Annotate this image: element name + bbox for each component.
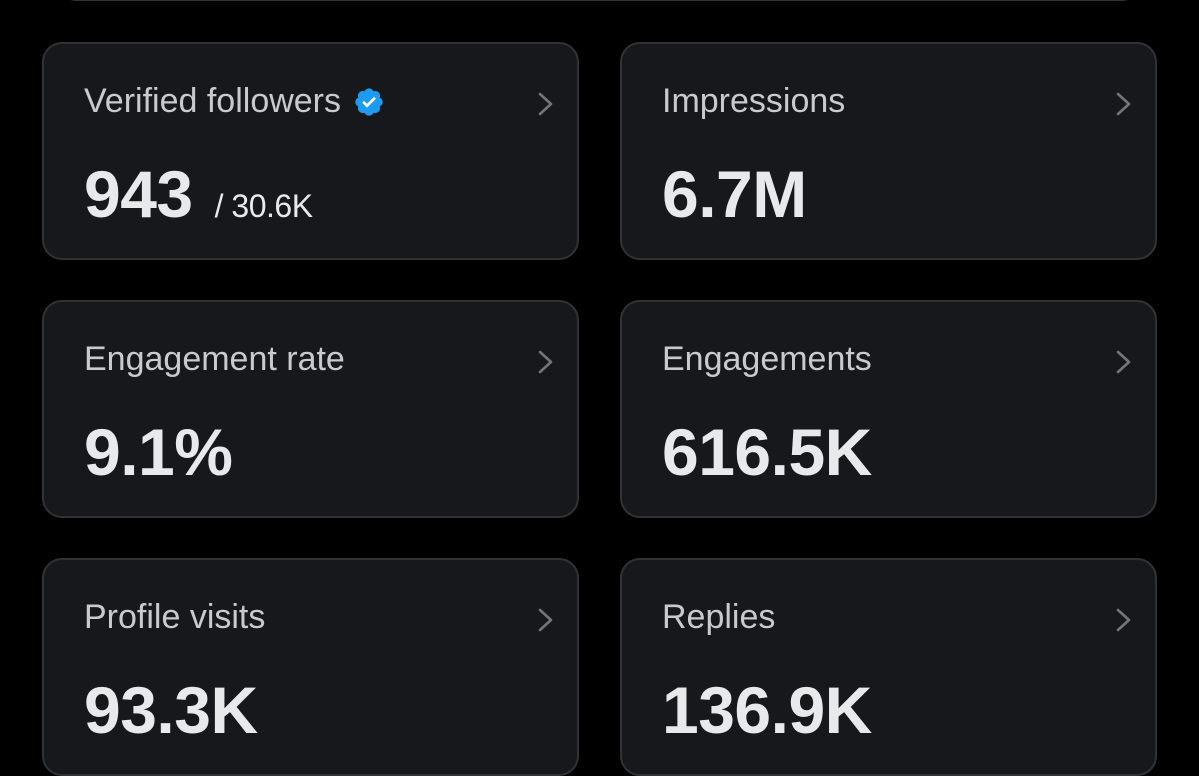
verified-followers-count: 943 — [84, 157, 193, 231]
impressions-card[interactable]: Impressions 6.7M — [620, 42, 1157, 260]
replies-label: Replies — [662, 598, 776, 636]
verified-followers-card[interactable]: Verified followers 943 / 30.6K — [42, 42, 579, 260]
engagements-value: 616.5K — [662, 415, 872, 489]
chevron-right-icon[interactable] — [1113, 346, 1135, 378]
card-label: Verified followers — [84, 82, 385, 121]
engagements-card[interactable]: Engagements 616.5K — [620, 300, 1157, 518]
engagement-rate-value: 9.1% — [84, 415, 233, 489]
profile-visits-label: Profile visits — [84, 598, 266, 636]
profile-visits-value: 93.3K — [84, 673, 258, 747]
chevron-right-icon[interactable] — [535, 346, 557, 378]
card-value: 9.1% — [84, 414, 233, 490]
engagement-rate-label: Engagement rate — [84, 340, 345, 378]
card-label: Profile visits — [84, 598, 265, 637]
chevron-right-icon[interactable] — [1113, 604, 1135, 636]
verified-followers-label: Verified followers — [84, 82, 342, 120]
total-followers-count: / 30.6K — [214, 188, 313, 224]
impressions-value: 6.7M — [662, 157, 807, 231]
top-card-edge — [62, 0, 1136, 1]
card-value: 136.9K — [662, 672, 872, 748]
card-value: 943 / 30.6K — [84, 156, 313, 232]
replies-value: 136.9K — [662, 673, 872, 747]
replies-card[interactable]: Replies 136.9K — [620, 558, 1157, 776]
card-label: Engagement rate — [84, 340, 345, 379]
impressions-label: Impressions — [662, 82, 846, 120]
card-label: Replies — [662, 598, 775, 637]
chevron-right-icon[interactable] — [1113, 88, 1135, 120]
card-value: 93.3K — [84, 672, 258, 748]
card-label: Engagements — [662, 340, 872, 379]
card-label: Impressions — [662, 82, 845, 121]
engagement-rate-card[interactable]: Engagement rate 9.1% — [42, 300, 579, 518]
verified-badge-icon — [353, 86, 385, 118]
profile-visits-card[interactable]: Profile visits 93.3K — [42, 558, 579, 776]
card-value: 6.7M — [662, 156, 807, 232]
engagements-label: Engagements — [662, 340, 872, 378]
chevron-right-icon[interactable] — [535, 88, 557, 120]
card-value: 616.5K — [662, 414, 872, 490]
chevron-right-icon[interactable] — [535, 604, 557, 636]
